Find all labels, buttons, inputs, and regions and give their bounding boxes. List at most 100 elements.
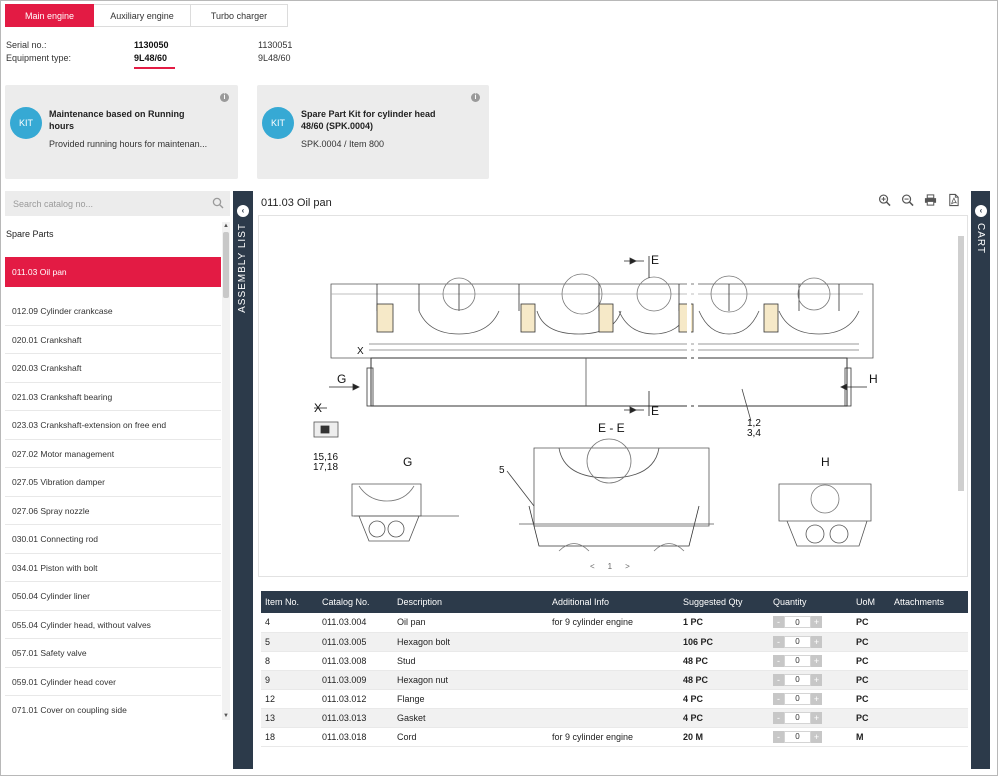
kit-badge: KIT bbox=[262, 107, 294, 139]
tab-turbo-charger[interactable]: Turbo charger bbox=[191, 4, 288, 27]
chevron-left-icon: ‹ bbox=[237, 205, 249, 217]
additional-info bbox=[548, 651, 679, 671]
list-item[interactable]: 050.04 Cylinder liner bbox=[5, 582, 221, 611]
selected-equipment-indicator bbox=[134, 67, 175, 69]
description: Gasket bbox=[393, 708, 548, 728]
list-item[interactable]: 027.02 Motor management bbox=[5, 440, 221, 468]
list-item[interactable]: 023.03 Crankshaft-extension on free end bbox=[5, 411, 221, 440]
quantity-input[interactable] bbox=[784, 635, 811, 648]
cart-toggle[interactable]: ‹ CART bbox=[971, 191, 990, 769]
increase-quantity-button[interactable]: + bbox=[811, 654, 822, 667]
prev-page-button[interactable]: < bbox=[590, 562, 595, 571]
description: Hexagon bolt bbox=[393, 632, 548, 652]
equipment-tabs: Main engine Auxiliary engine Turbo charg… bbox=[5, 4, 288, 27]
list-item[interactable]: 027.05 Vibration damper bbox=[5, 468, 221, 497]
quantity-cell: -+ bbox=[769, 708, 852, 728]
decrease-quantity-button[interactable]: - bbox=[773, 692, 784, 705]
drawing-label: H bbox=[869, 372, 878, 386]
list-item[interactable]: 020.03 Crankshaft bbox=[5, 354, 221, 383]
list-item-oil-pan[interactable]: 011.03 Oil pan bbox=[5, 257, 221, 287]
column-header: UoM bbox=[852, 591, 890, 613]
print-icon[interactable] bbox=[924, 193, 937, 207]
search-icon[interactable] bbox=[212, 197, 224, 209]
description: Flange bbox=[393, 689, 548, 709]
quantity-cell: -+ bbox=[769, 689, 852, 709]
increase-quantity-button[interactable]: + bbox=[811, 673, 822, 686]
tab-main-engine[interactable]: Main engine bbox=[5, 4, 94, 27]
description: Hexagon nut bbox=[393, 670, 548, 690]
search-input[interactable] bbox=[5, 191, 230, 216]
attachments bbox=[890, 632, 968, 652]
kit-card-spare-part[interactable]: KIT Spare Part Kit for cylinder head 48/… bbox=[257, 85, 489, 179]
decrease-quantity-button[interactable]: - bbox=[773, 654, 784, 667]
info-icon[interactable]: i bbox=[220, 93, 229, 102]
next-page-button[interactable]: > bbox=[625, 562, 630, 571]
catalog-number: 011.03.012 bbox=[318, 689, 393, 709]
type-value: 9L48/60 bbox=[134, 53, 168, 63]
increase-quantity-button[interactable]: + bbox=[811, 616, 822, 629]
serial-value: 1130051 bbox=[258, 40, 293, 50]
decrease-quantity-button[interactable]: - bbox=[773, 616, 784, 629]
zoom-in-icon[interactable] bbox=[878, 193, 891, 207]
decrease-quantity-button[interactable]: - bbox=[773, 635, 784, 648]
item-number: 8 bbox=[261, 651, 318, 671]
scrollbar-thumb[interactable] bbox=[223, 232, 229, 298]
increase-quantity-button[interactable]: + bbox=[811, 635, 822, 648]
assembly-list-scrollbar[interactable]: ▲ ▼ bbox=[222, 222, 230, 720]
quantity-input[interactable] bbox=[784, 711, 811, 724]
list-item[interactable]: 030.01 Connecting rod bbox=[5, 525, 221, 554]
pdf-icon[interactable] bbox=[947, 193, 960, 207]
quantity-input[interactable] bbox=[784, 730, 811, 743]
increase-quantity-button[interactable]: + bbox=[811, 730, 822, 743]
scrollbar-thumb[interactable] bbox=[958, 236, 964, 491]
column-header: Description bbox=[393, 591, 548, 613]
info-icon[interactable]: i bbox=[471, 93, 480, 102]
suggested-qty: 20 M bbox=[679, 727, 769, 747]
quantity-input[interactable] bbox=[784, 654, 811, 667]
list-item[interactable]: 012.09 Cylinder crankcase bbox=[5, 297, 221, 326]
scroll-up-icon[interactable]: ▲ bbox=[222, 222, 230, 230]
unit-of-measure: M bbox=[852, 727, 890, 747]
zoom-out-icon[interactable] bbox=[901, 193, 914, 207]
list-item[interactable]: 071.01 Cover on coupling side bbox=[5, 696, 221, 720]
quantity-input[interactable] bbox=[784, 692, 811, 705]
list-item[interactable]: 034.01 Piston with bolt bbox=[5, 554, 221, 582]
quantity-stepper: -+ bbox=[773, 711, 852, 724]
assembly-list: 011.03 Oil pan 012.09 Cylinder crankcase… bbox=[5, 252, 221, 720]
list-item[interactable]: 027.06 Spray nozzle bbox=[5, 497, 221, 525]
unit-of-measure: PC bbox=[852, 689, 890, 709]
quantity-input[interactable] bbox=[784, 616, 811, 629]
table-header-row: Item No. Catalog No. Description Additio… bbox=[261, 591, 968, 613]
decrease-quantity-button[interactable]: - bbox=[773, 711, 784, 724]
list-item[interactable]: 020.01 Crankshaft bbox=[5, 326, 221, 354]
quantity-input[interactable] bbox=[784, 673, 811, 686]
item-number: 13 bbox=[261, 708, 318, 728]
list-item[interactable]: 059.01 Cylinder head cover bbox=[5, 668, 221, 696]
list-item[interactable]: 021.03 Crankshaft bearing bbox=[5, 383, 221, 411]
list-item[interactable]: 057.01 Safety valve bbox=[5, 639, 221, 668]
increase-quantity-button[interactable]: + bbox=[811, 711, 822, 724]
increase-quantity-button[interactable]: + bbox=[811, 692, 822, 705]
drawing-scrollbar[interactable] bbox=[957, 230, 965, 556]
drawing-label: 5 bbox=[499, 465, 505, 476]
list-item[interactable]: 055.04 Cylinder head, without valves bbox=[5, 611, 221, 639]
suggested-qty: 1 PC bbox=[679, 613, 769, 633]
decrease-quantity-button[interactable]: - bbox=[773, 673, 784, 686]
quantity-stepper: -+ bbox=[773, 616, 852, 629]
quantity-cell: -+ bbox=[769, 632, 852, 652]
description: Stud bbox=[393, 651, 548, 671]
tab-auxiliary-engine[interactable]: Auxiliary engine bbox=[94, 4, 191, 27]
assembly-list-toggle[interactable]: ‹ ASSEMBLY LIST bbox=[233, 191, 253, 769]
scroll-down-icon[interactable]: ▼ bbox=[222, 712, 230, 720]
quantity-cell: -+ bbox=[769, 613, 852, 633]
equipment-column-selected[interactable]: 1130050 9L48/60 bbox=[134, 39, 169, 65]
drawing-label: 3,4 bbox=[747, 428, 761, 439]
spare-parts-heading: Spare Parts bbox=[6, 229, 54, 239]
kit-card-maintenance[interactable]: KIT Maintenance based on Running hours P… bbox=[5, 85, 238, 179]
additional-info bbox=[548, 708, 679, 728]
decrease-quantity-button[interactable]: - bbox=[773, 730, 784, 743]
unit-of-measure: PC bbox=[852, 670, 890, 690]
equipment-column-2[interactable]: 1130051 9L48/60 bbox=[258, 39, 292, 65]
suggested-qty: 4 PC bbox=[679, 689, 769, 709]
technical-drawing-viewer[interactable]: E E G H X X 1,2 3,4 15,16 17,18 E - E G … bbox=[258, 215, 968, 577]
